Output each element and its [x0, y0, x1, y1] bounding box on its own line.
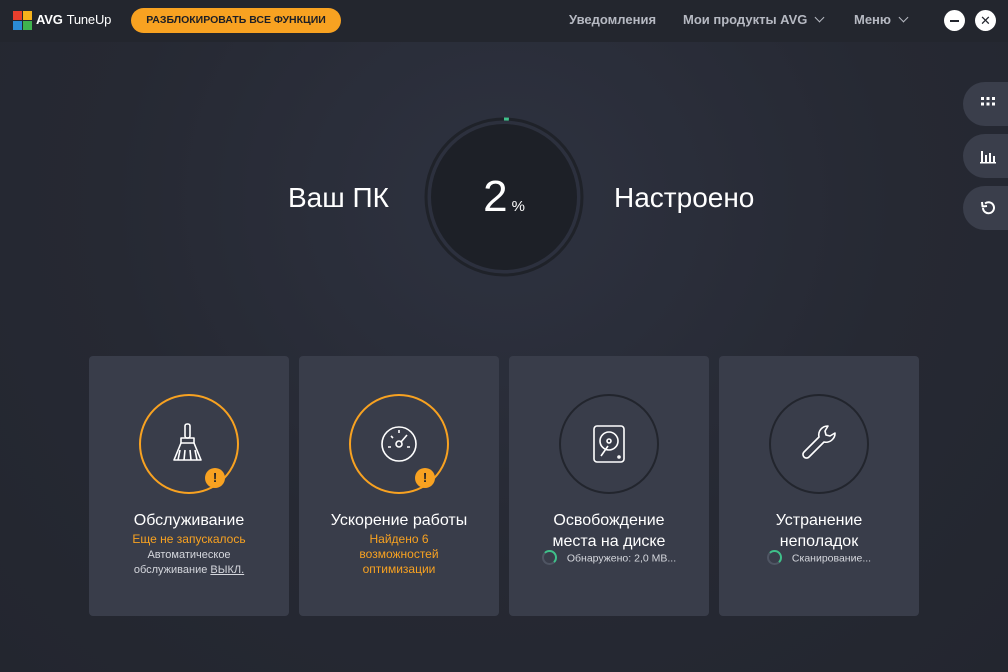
- card-subtitle: Автоматическое: [147, 549, 231, 561]
- scan-text: Обнаружено: 2,0 МВ...: [566, 552, 677, 565]
- gauge-unit: %: [511, 198, 525, 215]
- loading-spinner-icon: [766, 550, 782, 565]
- notifications-link[interactable]: Уведомления: [569, 12, 656, 27]
- loading-spinner-icon: [541, 550, 557, 565]
- warning-badge: !: [205, 468, 225, 488]
- bar-chart-icon: [980, 151, 996, 164]
- card-free-disk-space[interactable]: Освобождение места на диске Обнаружено: …: [509, 356, 709, 616]
- unlock-all-features-button[interactable]: РАЗБЛОКИРОВАТЬ ВСЕ ФУНКЦИИ: [131, 8, 341, 33]
- troubleshooting-ring: [769, 394, 869, 494]
- card-status-line: Найдено 6: [369, 532, 429, 546]
- gauge-number: 2: [483, 172, 508, 221]
- card-title: Ускорение работы: [330, 512, 468, 529]
- minimize-button[interactable]: [944, 10, 965, 31]
- statistics-button[interactable]: [963, 134, 1008, 178]
- hero-right-text: Настроено: [614, 182, 755, 213]
- scan-status: Обнаружено: 2,0 МВ...: [509, 550, 709, 566]
- my-products-label: Мои продукты AVG: [683, 12, 808, 27]
- speedometer-icon: [381, 426, 417, 462]
- disk-space-ring: [559, 394, 659, 494]
- undo-icon: [981, 201, 995, 215]
- auto-maintenance-line: обслуживание ВЫКЛ.: [99, 563, 279, 578]
- card-status-line: возможностей: [359, 547, 439, 561]
- hard-disk-icon: [593, 425, 625, 463]
- rescue-center-button[interactable]: [963, 186, 1008, 230]
- minimize-icon: [950, 20, 959, 22]
- app-brand: AVG TuneUp: [36, 12, 111, 27]
- card-title-line: Освобождение: [553, 512, 665, 529]
- brand-name: AVG: [36, 12, 63, 27]
- card-title-line: Устранение: [775, 512, 863, 529]
- close-button[interactable]: ✕: [975, 10, 996, 31]
- product-name: TuneUp: [66, 12, 112, 27]
- scan-text: Сканирование...: [791, 552, 872, 565]
- menu-label: Меню: [854, 12, 892, 27]
- card-troubleshooting[interactable]: Устранение неполадок Сканирование...: [719, 356, 919, 616]
- broom-icon: [173, 423, 202, 461]
- my-products-menu[interactable]: Мои продукты AVG: [683, 12, 825, 27]
- card-title-line: места на диске: [552, 533, 666, 550]
- scan-status: Сканирование...: [719, 550, 919, 566]
- gauge-value: 2%: [424, 172, 584, 222]
- card-speed-up[interactable]: ! Ускорение работы Найдено 6 возможносте…: [299, 356, 499, 616]
- wrench-icon: [802, 425, 836, 459]
- hero-left-text: Ваш ПК: [288, 182, 389, 213]
- grid-icon: [981, 97, 995, 106]
- auto-maintenance-label: обслуживание: [133, 564, 208, 576]
- all-tools-button[interactable]: [963, 82, 1008, 126]
- chevron-down-icon: [898, 12, 909, 23]
- main-menu[interactable]: Меню: [854, 12, 909, 27]
- card-title: Обслуживание: [133, 512, 245, 529]
- title-bar: AVG TuneUp РАЗБЛОКИРОВАТЬ ВСЕ ФУНКЦИИ Уве…: [0, 0, 1008, 42]
- auto-maintenance-off-link[interactable]: ВЫКЛ.: [210, 564, 244, 576]
- card-status: Еще не запускалось: [132, 532, 246, 546]
- warning-badge: !: [415, 468, 435, 488]
- avg-logo-icon: [13, 11, 32, 30]
- card-status-line: оптимизации: [362, 562, 436, 576]
- card-title-line: неполадок: [779, 533, 859, 550]
- close-icon: ✕: [980, 13, 991, 28]
- chevron-down-icon: [814, 12, 825, 23]
- card-maintenance[interactable]: ! Обслуживание Еще не запускалось Автома…: [89, 356, 289, 616]
